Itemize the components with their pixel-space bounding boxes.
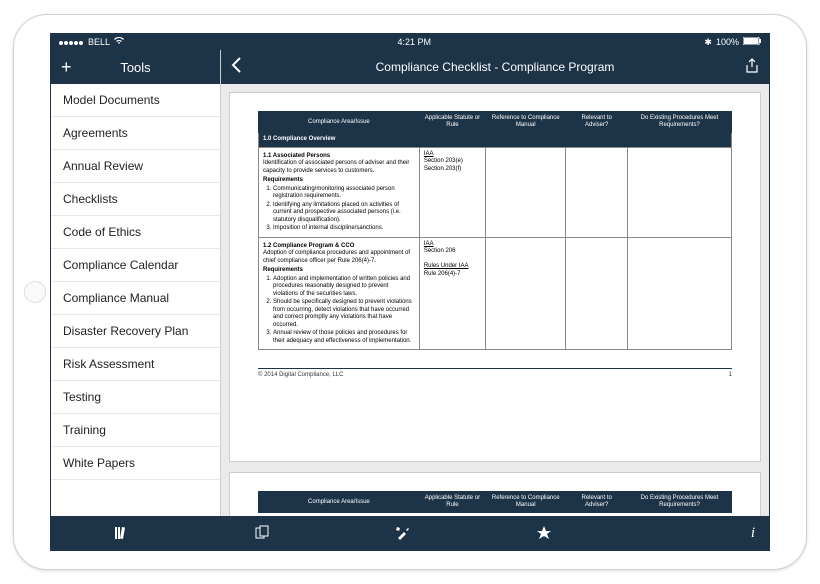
sidebar-item-compliance-manual[interactable]: Compliance Manual [51, 282, 220, 315]
col-area: Compliance Area/Issue [259, 112, 420, 133]
sidebar-item-code-of-ethics[interactable]: Code of Ethics [51, 216, 220, 249]
sidebar-header: + Tools [51, 50, 220, 84]
sidebar-item-model-documents[interactable]: Model Documents [51, 84, 220, 117]
battery-icon [743, 37, 761, 47]
battery-pct: 100% [716, 37, 739, 47]
doc-copyright: © 2014 Digital Compliance, LLC [258, 372, 343, 378]
sidebar-item-training[interactable]: Training [51, 414, 220, 447]
info-icon[interactable]: i [751, 525, 755, 542]
sidebar-list: Model Documents Agreements Annual Review… [51, 84, 220, 516]
share-button[interactable] [745, 58, 759, 77]
table-row: 1.1 Associated Persons Identification of… [259, 147, 732, 237]
main-panel: Compliance Checklist - Compliance Progra… [221, 50, 769, 516]
home-button[interactable] [24, 281, 46, 303]
sidebar: + Tools Model Documents Agreements Annua… [51, 50, 221, 516]
info-area: i [614, 516, 769, 550]
sidebar-item-checklists[interactable]: Checklists [51, 183, 220, 216]
add-button[interactable]: + [61, 57, 72, 78]
doc-page-2: Compliance Area/Issue Applicable Statute… [229, 472, 761, 516]
sidebar-title: Tools [120, 60, 150, 75]
tab-library[interactable] [51, 516, 192, 550]
col-existing: Do Existing Procedures Meet Requirements… [627, 112, 731, 133]
sidebar-item-disaster-recovery-plan[interactable]: Disaster Recovery Plan [51, 315, 220, 348]
sidebar-item-risk-assessment[interactable]: Risk Assessment [51, 348, 220, 381]
tablet-frame: BELL 4:21 PM ✱ 100% + Tools Model Docume… [13, 14, 807, 570]
clock: 4:21 PM [397, 37, 431, 47]
wifi-icon [114, 37, 124, 47]
bluetooth-icon: ✱ [704, 37, 712, 48]
signal-dots-icon [59, 37, 84, 47]
sidebar-item-white-papers[interactable]: White Papers [51, 447, 220, 480]
col-manual: Reference to Compliance Manual [486, 112, 566, 133]
carrier-label: BELL [88, 37, 110, 47]
table-row: 1.2 Compliance Program & CCO Adoption of… [259, 237, 732, 350]
main-header: Compliance Checklist - Compliance Progra… [221, 50, 769, 84]
sidebar-item-compliance-calendar[interactable]: Compliance Calendar [51, 249, 220, 282]
tab-settings[interactable] [333, 516, 474, 550]
tab-documents[interactable] [192, 516, 333, 550]
col-statute: Applicable Statute or Rule [419, 112, 485, 133]
doc-page-1: Compliance Area/Issue Applicable Statute… [229, 92, 761, 462]
section-heading: 1.0 Compliance Overview [259, 133, 732, 148]
screen: BELL 4:21 PM ✱ 100% + Tools Model Docume… [50, 33, 770, 551]
compliance-table: Compliance Area/Issue Applicable Statute… [258, 111, 732, 350]
sidebar-item-agreements[interactable]: Agreements [51, 117, 220, 150]
page-title: Compliance Checklist - Compliance Progra… [376, 60, 615, 74]
back-button[interactable] [231, 57, 243, 78]
sidebar-item-testing[interactable]: Testing [51, 381, 220, 414]
document-viewer[interactable]: Compliance Area/Issue Applicable Statute… [221, 84, 769, 516]
col-relevant: Relevant to Adviser? [566, 112, 627, 133]
bottom-tab-bar: i [51, 516, 769, 550]
status-bar: BELL 4:21 PM ✱ 100% [51, 34, 769, 50]
sidebar-item-annual-review[interactable]: Annual Review [51, 150, 220, 183]
tab-favorites[interactable] [473, 516, 614, 550]
doc-page-num: 1 [729, 372, 732, 378]
